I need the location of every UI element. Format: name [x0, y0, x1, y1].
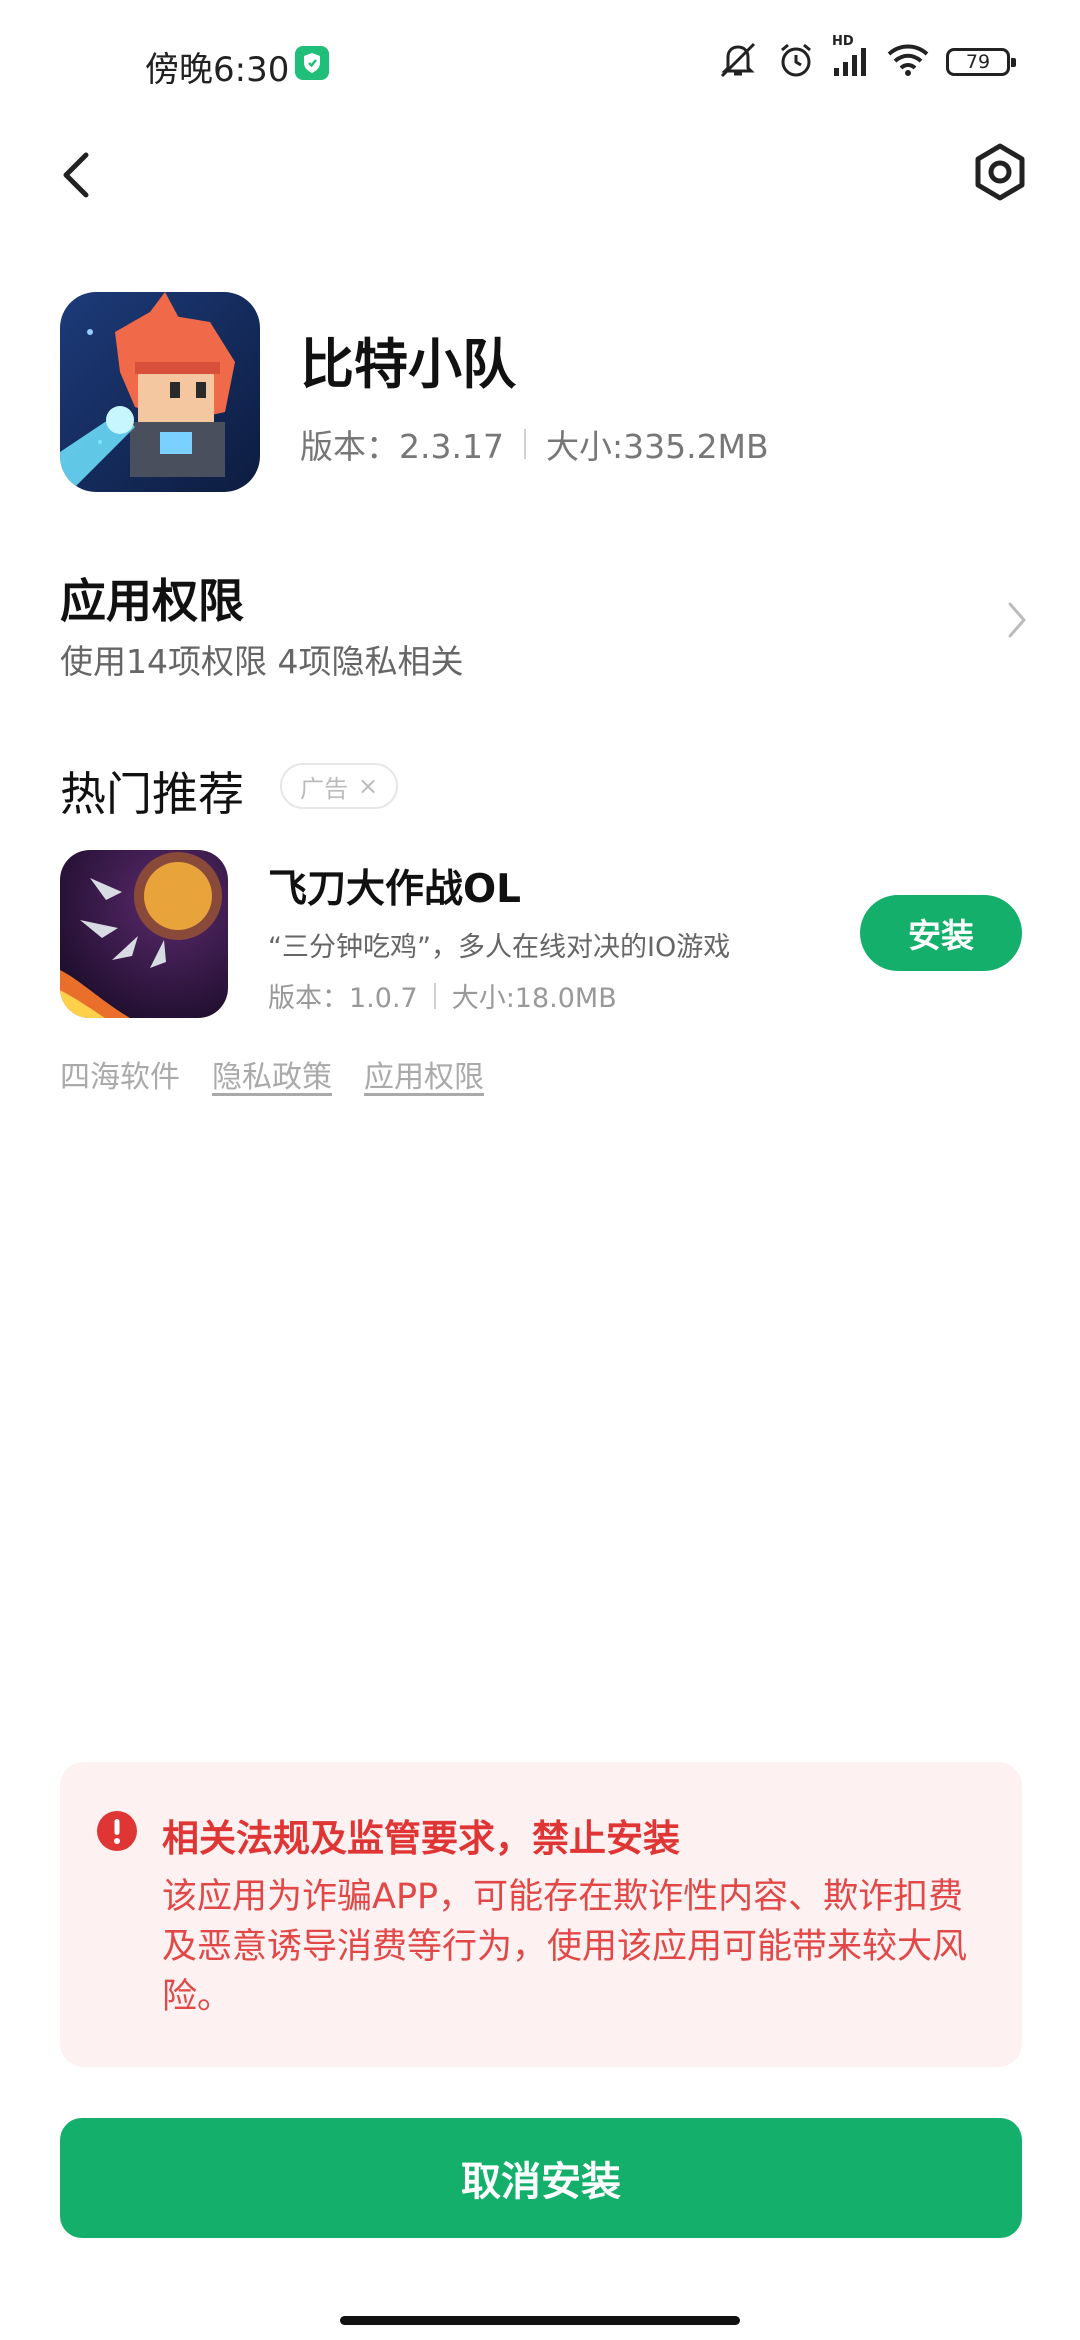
app-size: 大小:335.2MB: [545, 427, 769, 466]
hd-label: HD: [832, 34, 854, 49]
app-meta: 版本：2.3.17 大小:335.2MB: [300, 420, 769, 468]
ad-label: 广告: [300, 774, 348, 803]
app-icon: [60, 292, 260, 492]
divider: [523, 429, 526, 459]
recommended-app-icon[interactable]: [60, 850, 228, 1018]
warning-body: 该应用为诈骗APP，可能存在欺诈性内容、欺诈扣费及恶意诱导消费等行为，使用该应用…: [162, 1877, 968, 2017]
cancel-install-button[interactable]: 取消安装: [60, 2118, 1022, 2238]
settings-button[interactable]: [968, 140, 1032, 204]
chevron-right-icon: [1002, 598, 1032, 642]
alarm-icon: [776, 40, 816, 84]
recommended-app-name[interactable]: 飞刀大作战OL: [268, 858, 521, 914]
recommended-app-description: “三分钟吃鸡”，多人在线对决的IO游戏: [268, 932, 731, 963]
warning-title: 相关法规及监管要求，禁止安装: [162, 1817, 680, 1860]
mute-icon: [716, 40, 760, 84]
back-arrow-icon: [63, 152, 89, 198]
privacy-policy-link[interactable]: 隐私政策: [212, 1052, 332, 1096]
signal-icon: HD: [832, 34, 870, 84]
app-name: 比特小队: [300, 333, 516, 396]
battery-icon: 79: [946, 48, 1016, 76]
permissions-summary: 使用14项权限 4项隐私相关: [60, 642, 464, 681]
wifi-icon: [886, 42, 930, 82]
back-button[interactable]: [48, 145, 108, 205]
close-icon[interactable]: ×: [358, 772, 378, 800]
recommendations-title: 热门推荐: [60, 767, 244, 821]
settings-icon: [975, 143, 1025, 201]
shield-icon: [295, 46, 329, 80]
divider: [433, 982, 436, 1009]
home-indicator[interactable]: [340, 2316, 740, 2325]
recommended-app-version: 版本：1.0.7: [268, 983, 418, 1014]
developer-name: 四海软件: [60, 1060, 180, 1095]
install-button[interactable]: 安装: [860, 895, 1022, 971]
recommended-app-size: 大小:18.0MB: [451, 983, 617, 1014]
ad-badge[interactable]: 广告 ×: [280, 763, 399, 809]
app-version: 版本：2.3.17: [300, 427, 504, 466]
permissions-title: 应用权限: [60, 574, 244, 628]
app-permissions-link[interactable]: 应用权限: [364, 1052, 484, 1096]
status-time: 傍晚6:30: [145, 50, 290, 90]
developer-links: 四海软件 隐私政策 应用权限: [60, 1052, 484, 1096]
recommended-app-meta: 版本：1.0.7 大小:18.0MB: [268, 976, 617, 1015]
alert-icon: [96, 1810, 138, 1852]
status-icons: HD 79: [716, 34, 1016, 84]
